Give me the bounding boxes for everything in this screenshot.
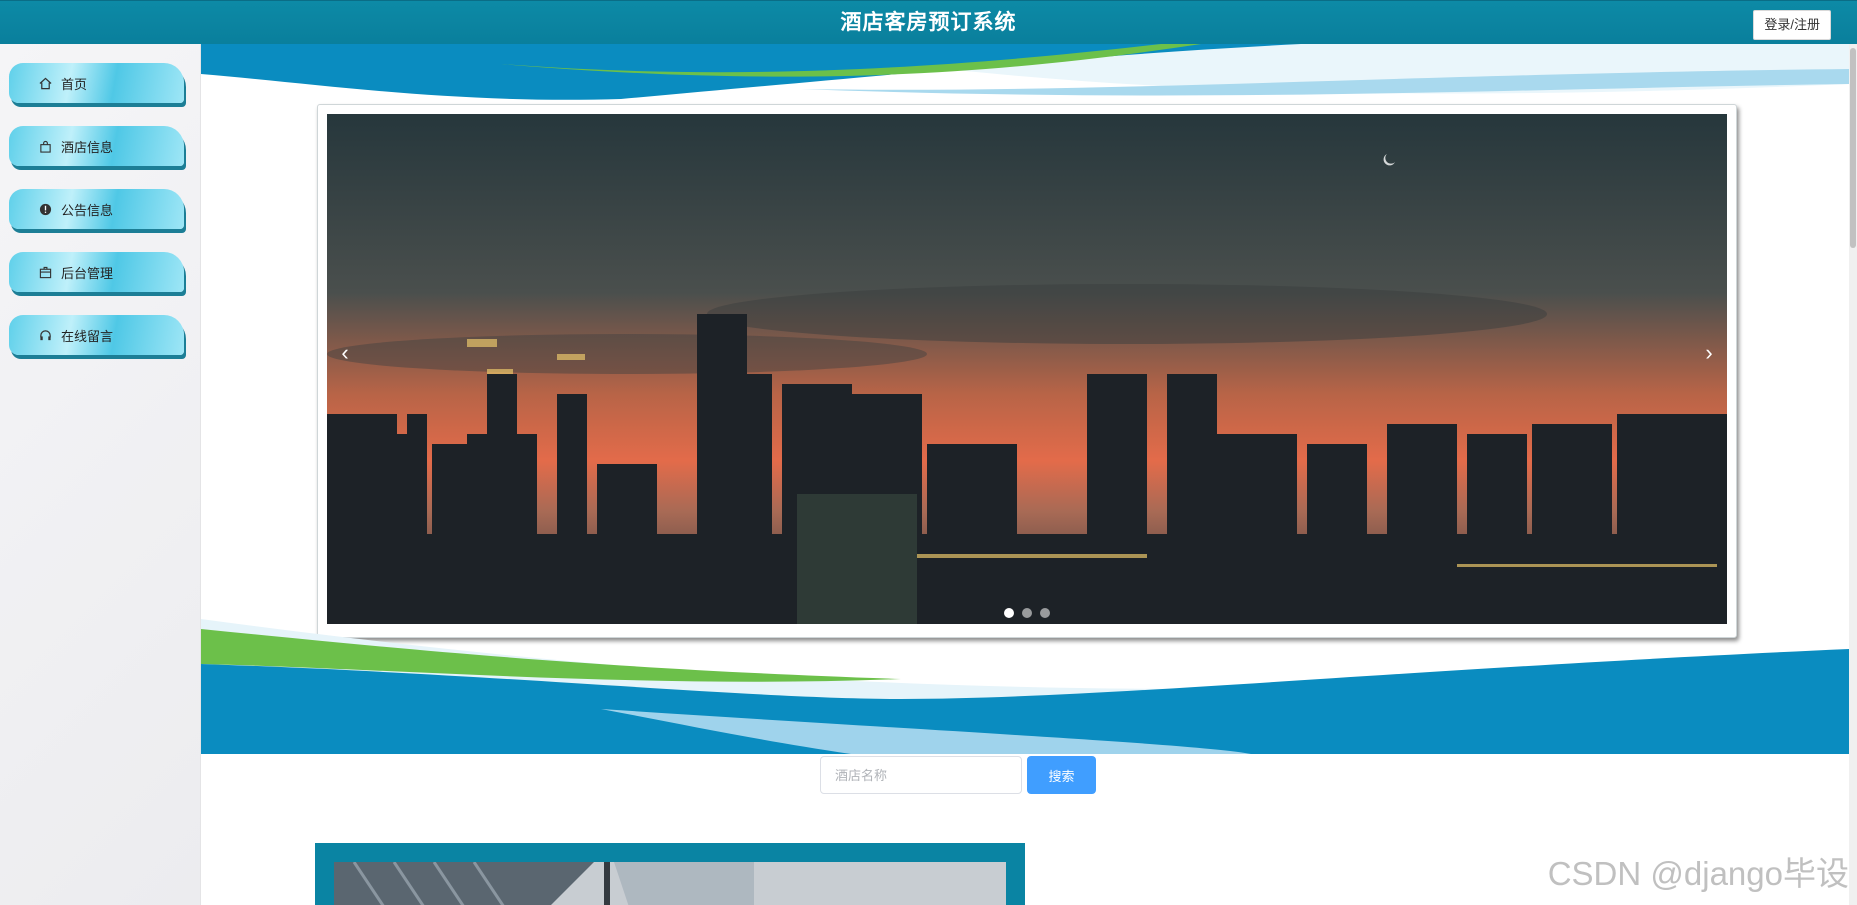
carousel-dot[interactable] <box>1040 608 1050 618</box>
bag-icon <box>37 138 53 154</box>
top-header: 酒店客房预订系统 登录/注册 <box>0 0 1857 44</box>
info-icon <box>37 201 53 217</box>
sidebar-item-home[interactable]: 首页 <box>9 63 184 103</box>
box-icon <box>37 264 53 280</box>
sidebar-item-announcements[interactable]: 公告信息 <box>9 189 184 229</box>
carousel-slide-image <box>327 114 1727 624</box>
carousel: ‹ › <box>317 104 1737 638</box>
sidebar-item-label: 公告信息 <box>61 202 114 218</box>
chevron-right-icon: › <box>1705 340 1713 365</box>
scrollbar-thumb[interactable] <box>1850 48 1856 248</box>
sidebar-item-label: 在线留言 <box>61 328 114 344</box>
sidebar-item-label: 酒店信息 <box>61 139 114 155</box>
carousel-next-button[interactable]: › <box>1691 335 1727 371</box>
headset-icon <box>37 327 53 343</box>
hotel-name-search-input[interactable] <box>820 756 1022 794</box>
sidebar-item-label: 后台管理 <box>61 265 114 281</box>
carousel-dot[interactable] <box>1022 608 1032 618</box>
sidebar-item-admin[interactable]: 后台管理 <box>9 252 184 292</box>
chevron-left-icon: ‹ <box>341 340 349 365</box>
carousel-dot[interactable] <box>1004 608 1014 618</box>
home-icon <box>37 75 53 91</box>
page-scrollbar[interactable] <box>1849 44 1857 905</box>
watermark: CSDN @django毕设 <box>1547 855 1849 892</box>
sidebar-item-label: 首页 <box>61 76 88 92</box>
sidebar-item-hotel-info[interactable]: 酒店信息 <box>9 126 184 166</box>
hotel-card-image <box>334 862 1006 905</box>
hotel-card[interactable] <box>315 843 1025 905</box>
login-register-button[interactable]: 登录/注册 <box>1753 10 1831 40</box>
bottom-wave-decoration <box>201 619 1849 754</box>
sidebar: 首页 酒店信息 公告信息 后台管理 在线留言 <box>0 44 201 905</box>
app-title: 酒店客房预订系统 <box>840 11 1017 34</box>
search-button[interactable]: 搜索 <box>1027 756 1096 794</box>
main-content: ‹ › 搜索 <box>201 44 1849 905</box>
sidebar-item-messages[interactable]: 在线留言 <box>9 315 184 355</box>
carousel-prev-button[interactable]: ‹ <box>327 335 363 371</box>
